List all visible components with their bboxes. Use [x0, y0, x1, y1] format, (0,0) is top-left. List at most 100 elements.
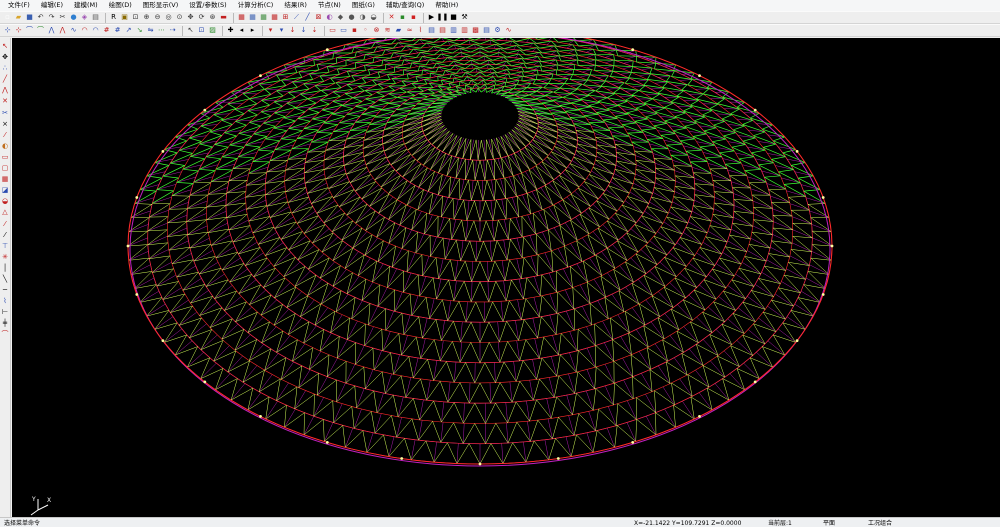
node-icon[interactable]: ⊠	[314, 13, 323, 22]
section-icon[interactable]: ▭	[328, 26, 337, 35]
line-horz-icon[interactable]: ─	[1, 286, 9, 294]
menu-item[interactable]: 图形显示(V)	[139, 0, 186, 11]
zigzag-icon[interactable]: ⌇	[1, 297, 9, 305]
member-icon[interactable]: ╱	[303, 13, 312, 22]
node-add-icon[interactable]: ∴	[1, 64, 9, 72]
pin-icon[interactable]: ▾	[277, 26, 286, 35]
brace-icon[interactable]: ◐	[1, 142, 9, 150]
menu-item[interactable]: 文件(F)	[4, 0, 37, 11]
shell-icon[interactable]: ◪	[1, 186, 9, 194]
table-icon[interactable]: ▦	[270, 13, 279, 22]
line-load-icon[interactable]: ⇣	[310, 26, 319, 35]
window-select-icon[interactable]: ⊡	[197, 26, 206, 35]
display-toggle-icon[interactable]: ▬	[219, 13, 228, 22]
redraw-icon[interactable]: R	[109, 13, 118, 22]
dim-icon[interactable]: ⊢	[1, 308, 9, 316]
arc2-icon[interactable]: ◠	[91, 26, 100, 35]
array-icon[interactable]: ⋯	[157, 26, 166, 35]
support-icon[interactable]: ▾	[266, 26, 275, 35]
seismic-icon[interactable]: ⌇	[416, 26, 425, 35]
slash2-icon[interactable]: ⁄	[1, 231, 9, 239]
rect2-icon[interactable]: ▢	[1, 164, 9, 172]
color-icon[interactable]: ▪	[409, 13, 418, 22]
group-icon[interactable]: ▥	[449, 26, 458, 35]
menu-item[interactable]: 建模(M)	[70, 0, 105, 11]
stop-icon[interactable]: ■	[449, 13, 458, 22]
dome-model-canvas[interactable]	[12, 38, 1000, 517]
zoom-extents-icon[interactable]: ⊙	[175, 13, 184, 22]
light-icon[interactable]: ◑	[358, 13, 367, 22]
arrow-left-icon[interactable]: ◂	[237, 26, 246, 35]
polyline2-icon[interactable]: ⋀	[58, 26, 67, 35]
zoom-in-icon[interactable]: ⊕	[142, 13, 151, 22]
menu-item[interactable]: 辅助/查询(Q)	[382, 0, 431, 11]
mass-icon[interactable]: ▰	[394, 26, 403, 35]
menu-item[interactable]: 绘图(D)	[105, 0, 139, 11]
model-viewport[interactable]: Y X	[12, 38, 1000, 517]
snap-icon[interactable]: ⊹	[3, 26, 12, 35]
filter-icon[interactable]: ▨	[208, 26, 217, 35]
arc-icon[interactable]: ◠	[80, 26, 89, 35]
menu-item[interactable]: 设置/参数(S)	[185, 0, 233, 11]
line-icon[interactable]: ⟋	[292, 13, 301, 22]
menu-item[interactable]: 计算分析(C)	[234, 0, 281, 11]
print-icon[interactable]: ▤	[91, 13, 100, 22]
move-icon[interactable]: ↗	[124, 26, 133, 35]
section2-icon[interactable]: ▭	[339, 26, 348, 35]
box-icon[interactable]: ◆	[336, 13, 345, 22]
zoom-all-icon[interactable]: ◎	[164, 13, 173, 22]
arrow-right-icon[interactable]: ▸	[248, 26, 257, 35]
undo-icon[interactable]: ↶	[36, 13, 45, 22]
arch-icon[interactable]: ⌒	[1, 330, 9, 338]
menu-item[interactable]: 帮助(H)	[431, 0, 465, 11]
menu-item[interactable]: 编辑(E)	[37, 0, 70, 11]
trim-icon[interactable]: ✂	[1, 109, 9, 117]
pointer-icon[interactable]: ↖	[1, 42, 9, 50]
play-icon[interactable]: ▶	[427, 13, 436, 22]
rect-icon[interactable]: ▭	[1, 153, 9, 161]
grid3-icon[interactable]: ▦	[259, 13, 268, 22]
wave-icon[interactable]: ∿	[504, 26, 513, 35]
pan-icon[interactable]: ✥	[186, 13, 195, 22]
grid-y-icon[interactable]: #	[113, 26, 122, 35]
split-icon[interactable]: ⁄	[1, 131, 9, 139]
redo-icon[interactable]: ↷	[47, 13, 56, 22]
shade-icon[interactable]: ◐	[325, 13, 334, 22]
rotate-icon[interactable]: ⟳	[197, 13, 206, 22]
line-vert-icon[interactable]: │	[1, 264, 9, 272]
grid-x-icon[interactable]: #	[102, 26, 111, 35]
line-diag-icon[interactable]: ╲	[1, 275, 9, 283]
hinge-icon[interactable]: ⊗	[372, 26, 381, 35]
add-icon[interactable]: ✚	[226, 26, 235, 35]
save-icon[interactable]: ■	[25, 13, 34, 22]
design-icon[interactable]: ⚙	[493, 26, 502, 35]
check-icon[interactable]: ▤	[427, 26, 436, 35]
load-icon[interactable]: ↓	[288, 26, 297, 35]
tee-icon[interactable]: ⊤	[1, 242, 9, 250]
grid-icon[interactable]: ▦	[237, 13, 246, 22]
view3d-icon[interactable]: ◈	[80, 13, 89, 22]
new-file-icon[interactable]: ▫	[3, 13, 12, 22]
report-icon[interactable]: ▤	[438, 26, 447, 35]
frame-icon[interactable]: ▣	[120, 13, 129, 22]
text-icon[interactable]: ╪	[1, 319, 9, 327]
menu-item[interactable]: 结果(R)	[280, 0, 314, 11]
render-icon[interactable]: ◒	[369, 13, 378, 22]
trace2-icon[interactable]: ⌒	[36, 26, 45, 35]
polyline-icon[interactable]: ⋀	[47, 26, 56, 35]
table2-icon[interactable]: ▤	[482, 26, 491, 35]
extend-icon[interactable]: ⇢	[168, 26, 177, 35]
orbit-icon[interactable]: ⊛	[208, 13, 217, 22]
polyline-draw-icon[interactable]: ⋀	[1, 86, 9, 94]
globe-icon[interactable]: ●	[69, 13, 78, 22]
dome-icon[interactable]: ◒	[1, 197, 9, 205]
pause-icon[interactable]: ❚❚	[437, 13, 449, 22]
material-icon[interactable]: ▪	[350, 26, 359, 35]
zoom-window-icon[interactable]: ⊡	[131, 13, 140, 22]
sphere-icon[interactable]: ●	[347, 13, 356, 22]
wind-icon[interactable]: ≈	[405, 26, 414, 35]
layer-icon[interactable]: ▥	[460, 26, 469, 35]
palette-icon[interactable]: ▪	[398, 13, 407, 22]
curve-icon[interactable]: ∿	[69, 26, 78, 35]
grid2-icon[interactable]: ▦	[248, 13, 257, 22]
